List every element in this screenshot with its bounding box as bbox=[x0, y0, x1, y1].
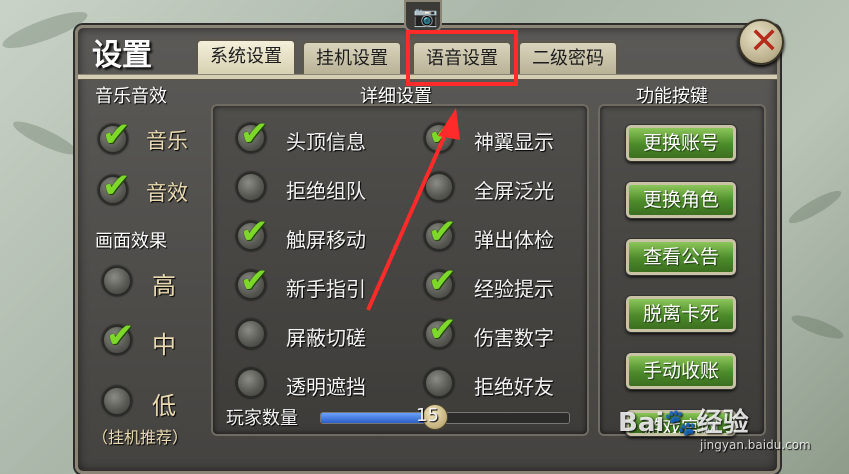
dialog-title: 设置 bbox=[92, 38, 152, 73]
idle-recommend-note: （挂机推荐） bbox=[92, 428, 189, 447]
newbie-guide-checkbox[interactable]: ✔ bbox=[236, 264, 269, 300]
tab-system-settings[interactable]: 系统设置 bbox=[196, 39, 296, 75]
annotation-arrow bbox=[366, 108, 460, 311]
bamboo-leaf-decoration bbox=[785, 185, 845, 229]
graphics-high-label: 高 bbox=[152, 272, 176, 300]
exp-hint-label: 经验提示 bbox=[474, 277, 554, 301]
bamboo-leaf-decoration bbox=[9, 115, 81, 161]
refuse-friend-checkbox[interactable] bbox=[424, 368, 454, 398]
check-icon: ✔ bbox=[106, 316, 135, 356]
refuse-friend-label: 拒绝好友 bbox=[474, 375, 554, 399]
damage-numbers-checkbox[interactable]: ✔ bbox=[424, 313, 457, 349]
check-icon: ✔ bbox=[102, 115, 131, 155]
overhead-info-checkbox[interactable]: ✔ bbox=[236, 117, 269, 153]
graphics-high-radio[interactable] bbox=[102, 266, 132, 296]
baidu-watermark: Bai🐾经验 bbox=[618, 408, 749, 438]
close-button[interactable]: ✕ bbox=[738, 19, 784, 65]
manual-collect-button[interactable]: 手动收账 bbox=[626, 353, 736, 389]
graphics-medium-label: 中 bbox=[152, 331, 176, 359]
switch-character-button[interactable]: 更换角色 bbox=[626, 182, 736, 218]
switch-account-button[interactable]: 更换账号 bbox=[626, 125, 736, 161]
damage-numbers-label: 伤害数字 bbox=[474, 326, 554, 350]
block-duel-checkbox[interactable] bbox=[236, 319, 266, 349]
music-checkbox[interactable]: ✔ bbox=[98, 118, 131, 154]
sound-effects-label: 音效 bbox=[146, 181, 188, 205]
player-count-value: 15 bbox=[416, 405, 439, 426]
graphics-section-heading: 画面效果 bbox=[95, 231, 167, 252]
baidu-watermark-url: jingyan.baidu.com bbox=[700, 438, 811, 452]
check-icon: ✔ bbox=[428, 310, 457, 350]
check-icon: ✔ bbox=[240, 212, 269, 252]
player-count-label: 玩家数量 bbox=[226, 408, 298, 429]
check-icon: ✔ bbox=[102, 166, 131, 206]
tab-idle-settings[interactable]: 挂机设置 bbox=[302, 41, 402, 75]
refuse-team-label: 拒绝组队 bbox=[286, 179, 366, 203]
wing-display-label: 神翼显示 bbox=[474, 130, 554, 154]
camera-button[interactable]: 📷 bbox=[404, 0, 442, 32]
check-icon: ✔ bbox=[240, 261, 269, 301]
close-x-icon: ✕ bbox=[749, 21, 780, 62]
refuse-team-checkbox[interactable] bbox=[236, 172, 266, 202]
touch-move-checkbox[interactable]: ✔ bbox=[236, 215, 269, 251]
camera-icon: 📷 bbox=[413, 4, 438, 28]
sound-effects-checkbox[interactable]: ✔ bbox=[98, 169, 131, 205]
unstuck-button[interactable]: 脱离卡死 bbox=[626, 296, 736, 332]
graphics-low-radio[interactable] bbox=[102, 386, 132, 416]
tab-secondary-password[interactable]: 二级密码 bbox=[518, 41, 618, 75]
graphics-low-label: 低 bbox=[152, 392, 176, 420]
graphics-medium-radio[interactable]: ✔ bbox=[102, 319, 135, 355]
transparent-occlusion-checkbox[interactable] bbox=[236, 368, 266, 398]
popup-check-label: 弹出体检 bbox=[474, 228, 554, 252]
overhead-info-label: 头顶信息 bbox=[286, 130, 366, 154]
music-section-heading: 音乐音效 bbox=[95, 86, 167, 107]
music-label: 音乐 bbox=[146, 129, 188, 153]
newbie-guide-label: 新手指引 bbox=[286, 277, 366, 301]
transparent-occlusion-label: 透明遮挡 bbox=[286, 375, 366, 399]
bamboo-leaf-decoration bbox=[789, 311, 846, 343]
touch-move-label: 触屏移动 bbox=[286, 228, 366, 252]
block-duel-label: 屏蔽切磋 bbox=[286, 326, 366, 350]
fullscreen-bloom-label: 全屏泛光 bbox=[474, 179, 554, 203]
annotation-highlight-box bbox=[406, 30, 518, 86]
view-announcement-button[interactable]: 查看公告 bbox=[626, 239, 736, 275]
check-icon: ✔ bbox=[240, 114, 269, 154]
